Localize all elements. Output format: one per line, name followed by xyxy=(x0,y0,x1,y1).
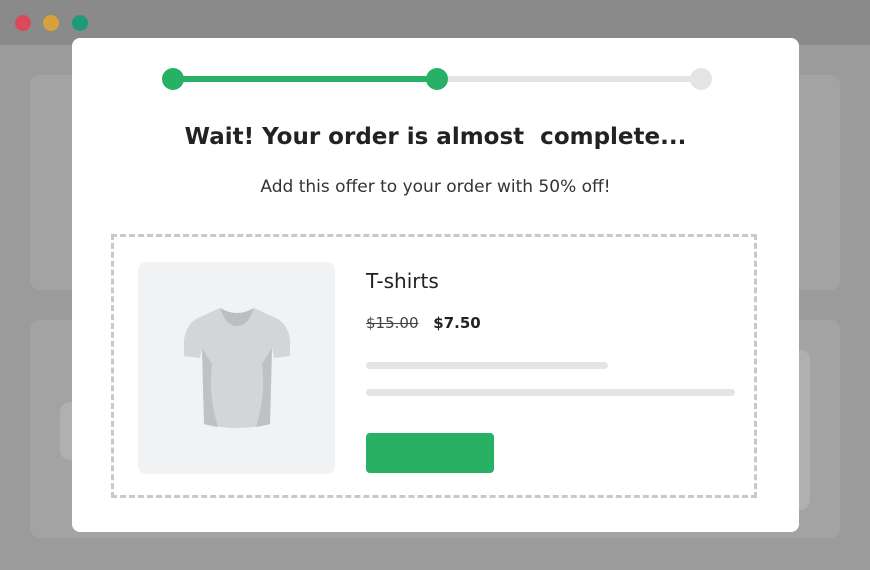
progress-step-1 xyxy=(162,68,184,90)
add-offer-button[interactable] xyxy=(366,433,494,473)
modal-subtitle: Add this offer to your order with 50% of… xyxy=(260,177,611,197)
description-placeholder-line-1 xyxy=(366,362,608,369)
product-image xyxy=(138,262,335,474)
product-name: T-shirts xyxy=(366,269,439,293)
sale-price: $7.50 xyxy=(433,314,481,332)
price-row: $15.00 $7.50 xyxy=(366,314,481,332)
progress-fill xyxy=(170,76,437,82)
minimize-window-dot[interactable] xyxy=(43,15,59,31)
original-price: $15.00 xyxy=(366,314,419,332)
close-window-dot[interactable] xyxy=(15,15,31,31)
description-placeholder-line-2 xyxy=(366,389,735,396)
t-shirt-icon xyxy=(184,308,290,428)
offer-card: T-shirts $15.00 $7.50 xyxy=(111,234,757,498)
upsell-modal: Wait! Your order is almost complete... A… xyxy=(72,38,799,532)
checkout-progress xyxy=(162,68,712,90)
modal-title: Wait! Your order is almost complete... xyxy=(184,124,687,150)
progress-step-3 xyxy=(690,68,712,90)
progress-step-2 xyxy=(426,68,448,90)
maximize-window-dot[interactable] xyxy=(72,15,88,31)
